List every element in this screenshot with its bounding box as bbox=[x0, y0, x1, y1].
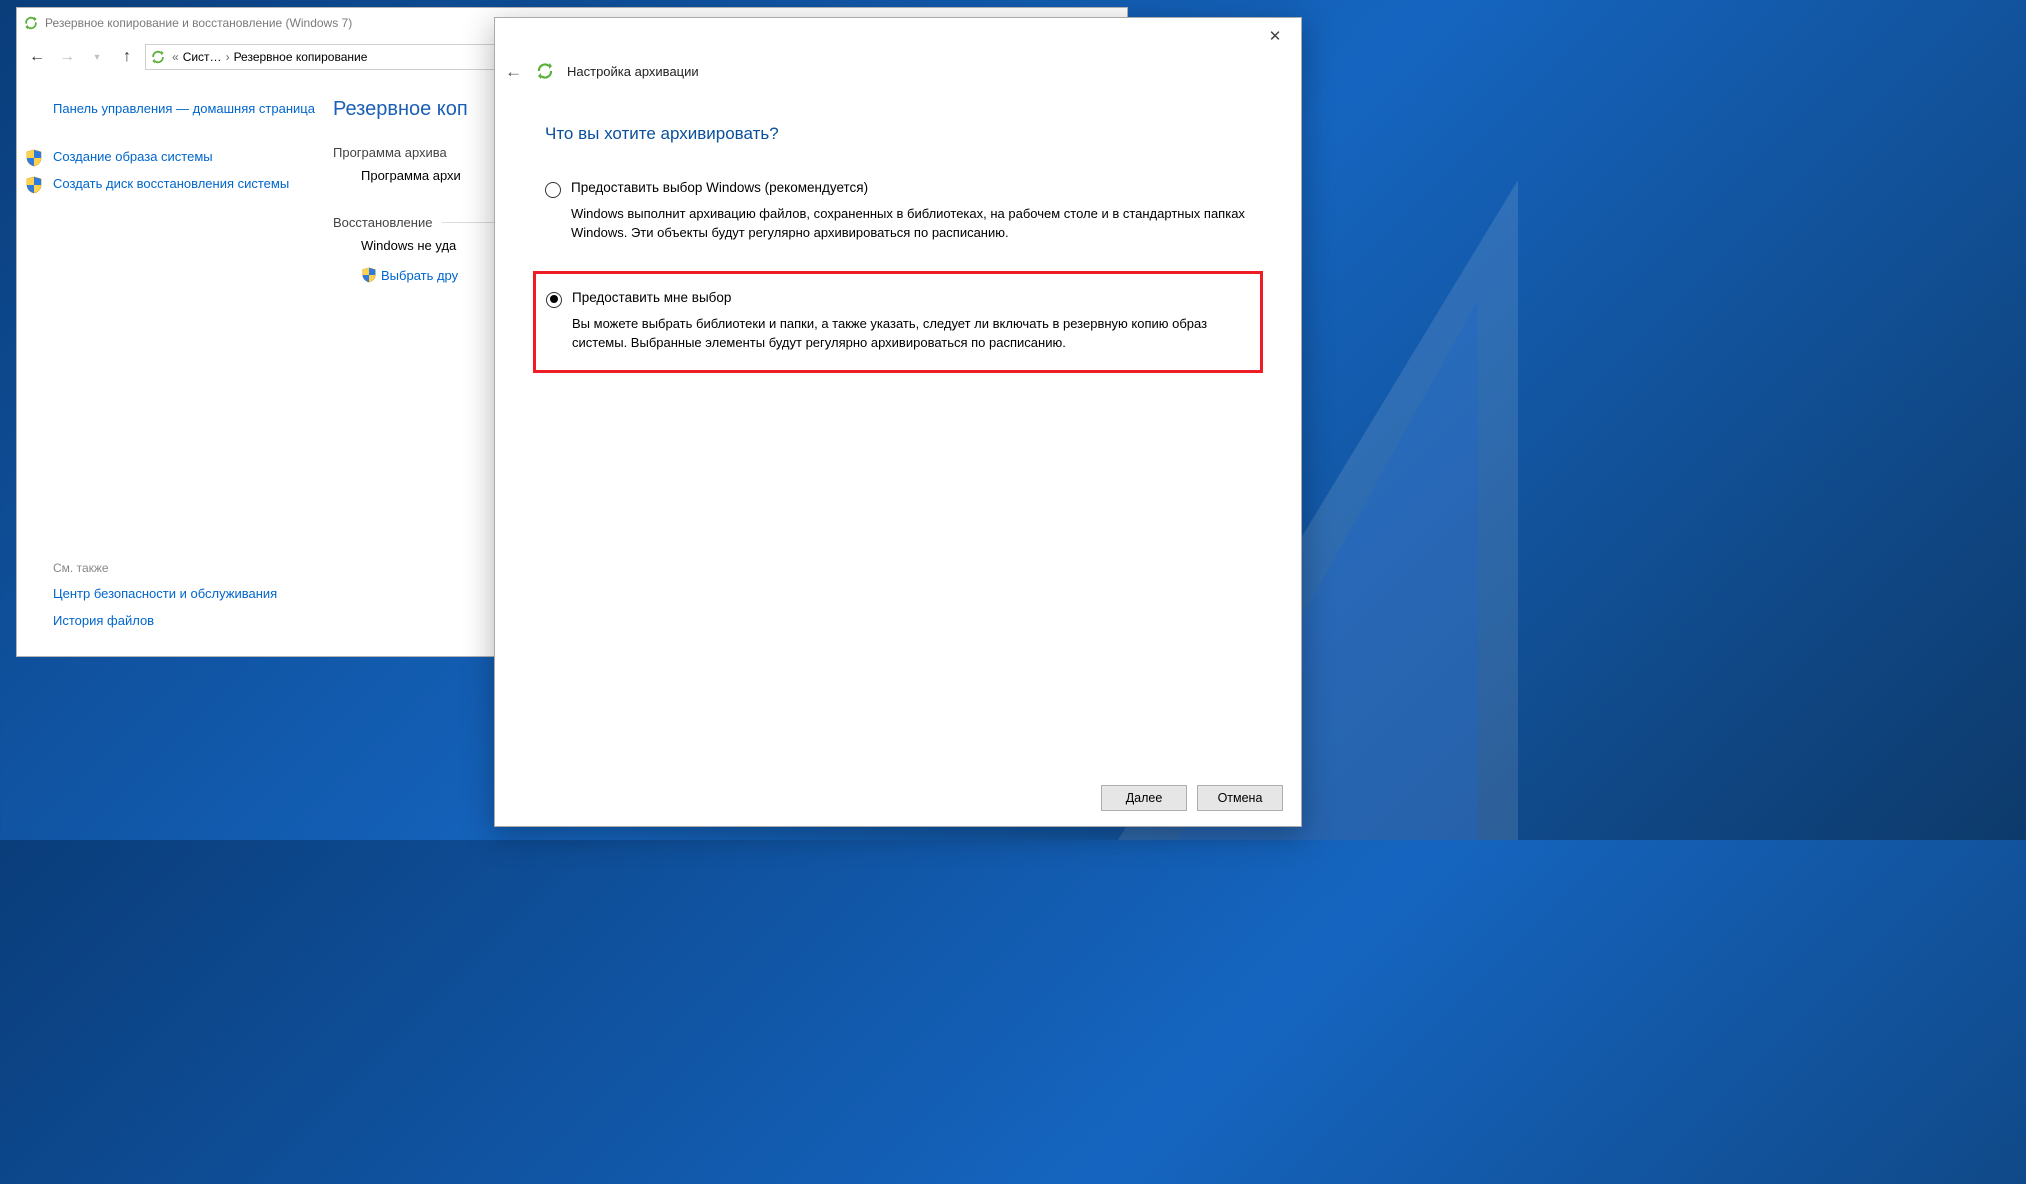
nav-up-icon[interactable]: ↑ bbox=[115, 45, 139, 69]
sidebar-item-label: Создание образа системы bbox=[53, 149, 213, 164]
backup-icon bbox=[23, 15, 39, 31]
close-button[interactable]: ✕ bbox=[1255, 22, 1295, 50]
option-label: Предоставить выбор Windows (рекомендуетс… bbox=[571, 180, 1251, 195]
shield-icon bbox=[25, 176, 43, 194]
chevron-left-icon: « bbox=[172, 50, 179, 64]
back-button[interactable]: ← bbox=[505, 62, 523, 80]
breadcrumb-item[interactable]: Сист… bbox=[183, 50, 222, 64]
choose-other-backup-link[interactable]: Выбрать дру bbox=[361, 267, 458, 283]
dialog-titlebar: ✕ bbox=[495, 18, 1301, 54]
radio-icon bbox=[545, 182, 561, 198]
option-windows-choice[interactable]: Предоставить выбор Windows (рекомендуетс… bbox=[545, 180, 1251, 243]
option-let-me-choose[interactable]: Предоставить мне выбор Вы можете выбрать… bbox=[533, 271, 1263, 374]
next-button[interactable]: Далее bbox=[1101, 785, 1187, 811]
option-label: Предоставить мне выбор bbox=[572, 290, 1250, 305]
close-icon: ✕ bbox=[1269, 27, 1282, 45]
cancel-button[interactable]: Отмена bbox=[1197, 785, 1283, 811]
chevron-right-icon: › bbox=[226, 50, 230, 64]
sidebar: Панель управления — домашняя страница Со… bbox=[17, 76, 327, 656]
sidebar-home-link[interactable]: Панель управления — домашняя страница bbox=[53, 100, 317, 118]
sidebar-create-recovery-disk-link[interactable]: Создать диск восстановления системы bbox=[25, 175, 317, 193]
backup-setup-dialog: ✕ ← Настройка архивации Что вы хотите ар… bbox=[494, 17, 1302, 827]
dialog-header: ← Настройка архивации bbox=[495, 54, 1301, 88]
nav-forward-icon[interactable]: → bbox=[55, 45, 79, 69]
sidebar-file-history-link[interactable]: История файлов bbox=[53, 612, 317, 630]
dialog-header-title: Настройка архивации bbox=[567, 64, 699, 79]
sidebar-item-label: Создать диск восстановления системы bbox=[53, 176, 289, 191]
nav-recent-icon[interactable]: ▾ bbox=[85, 45, 109, 69]
option-description: Вы можете выбрать библиотеки и папки, а … bbox=[572, 315, 1250, 353]
backup-icon bbox=[150, 49, 166, 65]
breadcrumb-item[interactable]: Резервное копирование bbox=[234, 50, 368, 64]
radio-icon bbox=[546, 292, 562, 308]
shield-icon bbox=[25, 149, 43, 167]
sidebar-security-link[interactable]: Центр безопасности и обслуживания bbox=[53, 585, 317, 603]
sidebar-create-image-link[interactable]: Создание образа системы bbox=[25, 148, 317, 166]
backup-icon bbox=[535, 61, 555, 81]
dialog-heading: Что вы хотите архивировать? bbox=[545, 124, 1251, 144]
dialog-footer: Далее Отмена bbox=[495, 770, 1301, 826]
shield-icon bbox=[361, 267, 377, 283]
link-label: Выбрать дру bbox=[381, 268, 458, 283]
nav-back-icon[interactable]: ← bbox=[25, 45, 49, 69]
window-title: Резервное копирование и восстановление (… bbox=[45, 16, 352, 30]
option-description: Windows выполнит архивацию файлов, сохра… bbox=[571, 205, 1251, 243]
see-also-label: См. также bbox=[53, 561, 317, 575]
dialog-body: Что вы хотите архивировать? Предоставить… bbox=[495, 88, 1301, 770]
